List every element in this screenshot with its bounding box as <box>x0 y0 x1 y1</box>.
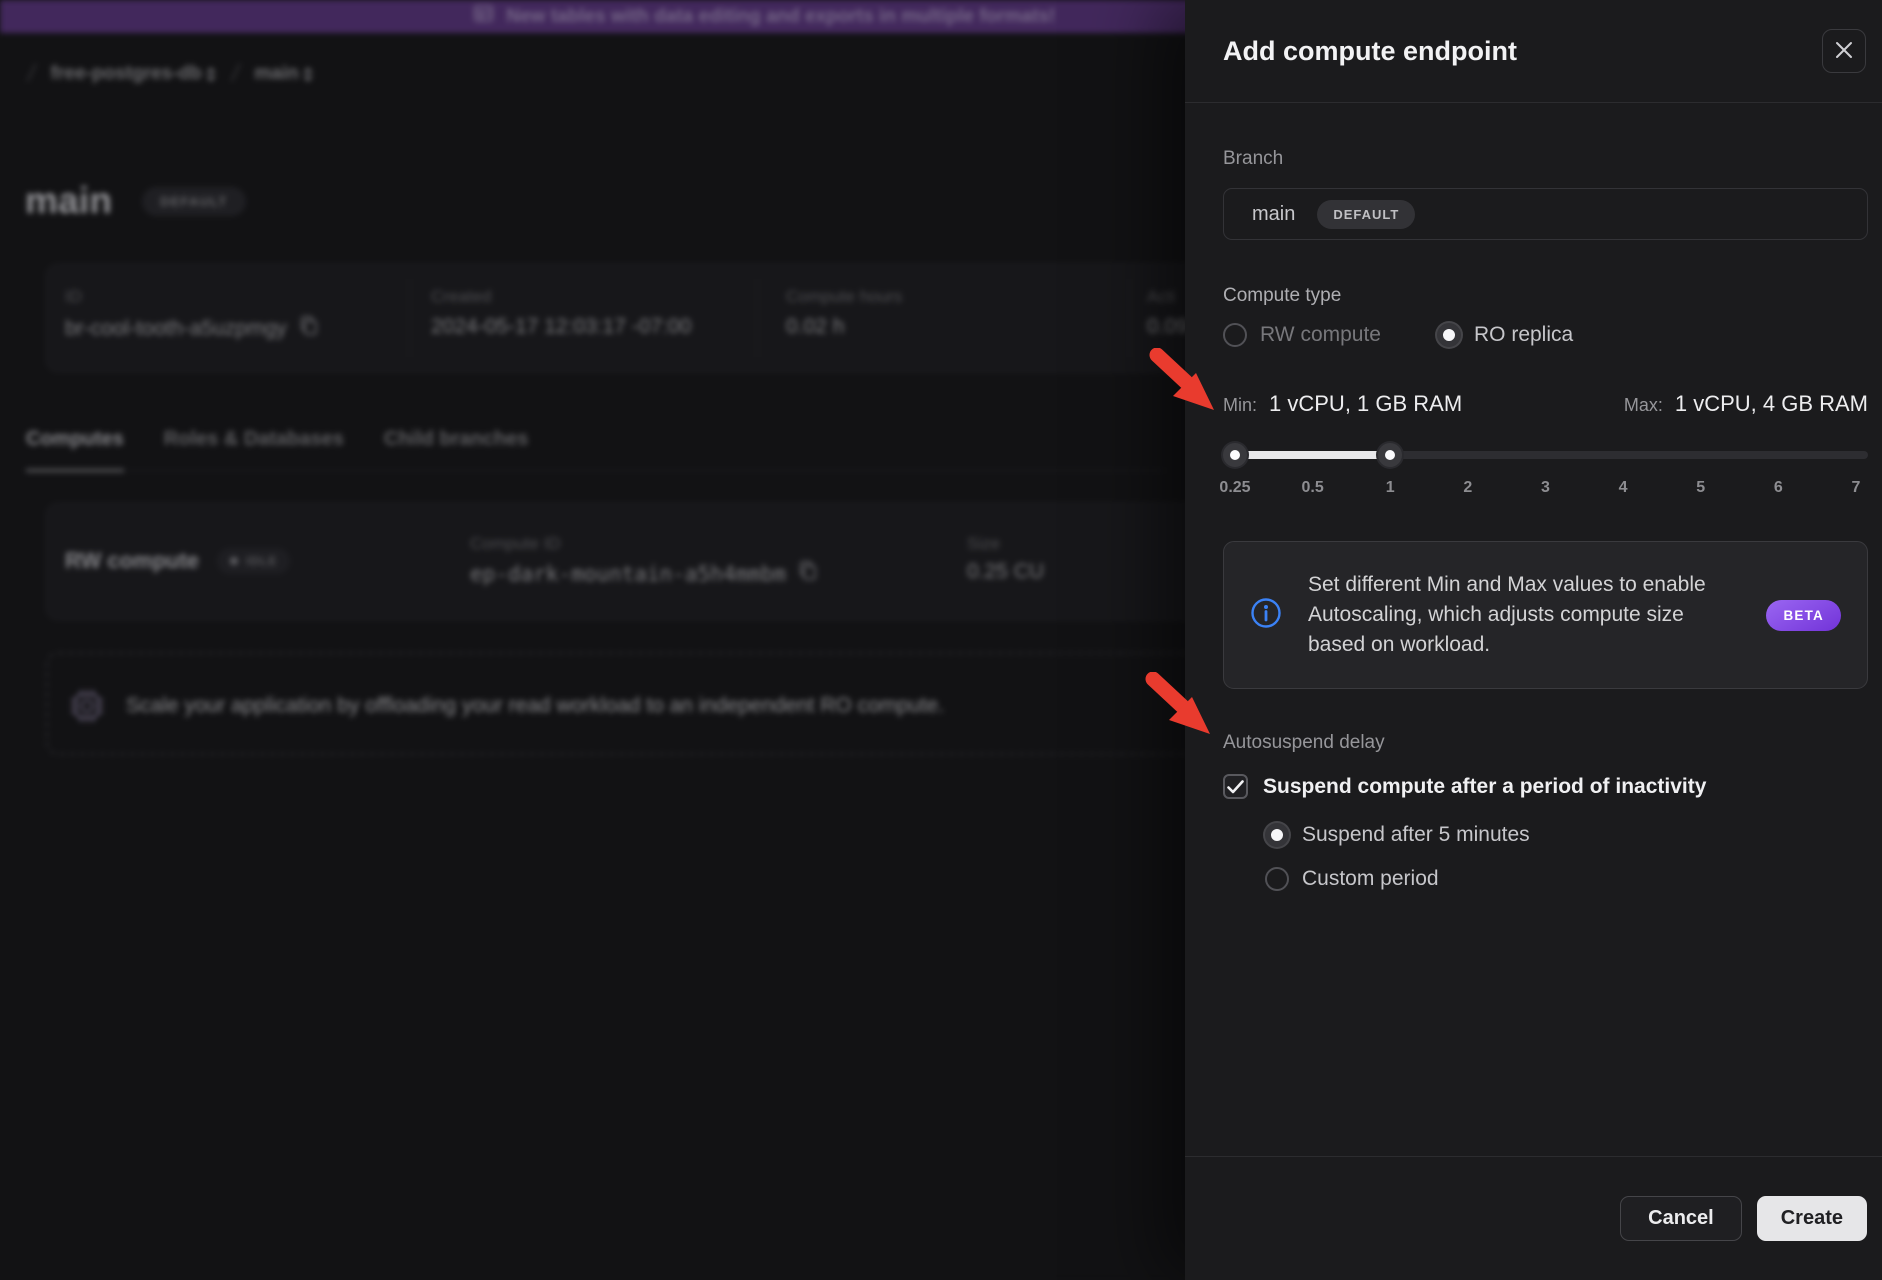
cancel-button[interactable]: Cancel <box>1620 1196 1742 1241</box>
branch-value: main <box>1252 203 1295 226</box>
suspend-checkbox-label: Suspend compute after a period of inacti… <box>1263 775 1706 799</box>
modal-footer: Cancel Create <box>1185 1156 1882 1280</box>
app-window: New tables with data editing and exports… <box>0 0 1882 1280</box>
radio-selected-icon <box>1437 323 1461 347</box>
autosuspend-label: Autosuspend delay <box>1223 732 1868 754</box>
slider-max-handle[interactable] <box>1378 443 1402 467</box>
annotation-arrow-autosuspend <box>1144 672 1218 742</box>
max-value: 1 vCPU, 4 GB RAM <box>1675 391 1868 417</box>
radio-icon <box>1223 323 1247 347</box>
slider-tick: 7 <box>1852 479 1861 497</box>
add-compute-endpoint-modal: Add compute endpoint Branch main DEFAULT… <box>1185 0 1882 1280</box>
radio-suspend-5-minutes[interactable]: Suspend after 5 minutes <box>1265 823 1868 847</box>
max-label: Max: <box>1624 395 1663 416</box>
radio-rw-compute[interactable]: RW compute <box>1223 323 1381 347</box>
slider-tick: 6 <box>1774 479 1783 497</box>
close-icon <box>1834 40 1854 63</box>
modal-title: Add compute endpoint <box>1223 36 1517 67</box>
checkbox-checked-icon[interactable] <box>1223 774 1248 799</box>
slider-tick: 4 <box>1619 479 1628 497</box>
min-value: 1 vCPU, 1 GB RAM <box>1269 391 1462 417</box>
autoscaling-note-text: Set different Min and Max values to enab… <box>1308 570 1740 660</box>
compute-type-label: Compute type <box>1223 285 1868 307</box>
branch-select[interactable]: main DEFAULT <box>1223 188 1868 240</box>
slider-tick: 3 <box>1541 479 1550 497</box>
create-button[interactable]: Create <box>1757 1196 1867 1241</box>
slider-range-fill <box>1235 451 1390 459</box>
suspend-checkbox-row[interactable]: Suspend compute after a period of inacti… <box>1223 774 1868 799</box>
slider-tick: 1 <box>1386 479 1395 497</box>
min-label: Min: <box>1223 395 1257 416</box>
close-button[interactable] <box>1822 29 1866 73</box>
radio-custom-period[interactable]: Custom period <box>1265 867 1868 891</box>
branch-label: Branch <box>1223 148 1868 170</box>
radio-ro-replica[interactable]: RO replica <box>1437 323 1573 347</box>
slider-tick: 2 <box>1463 479 1472 497</box>
radio-selected-icon <box>1265 823 1289 847</box>
annotation-arrow-min-slider <box>1148 348 1222 418</box>
compute-size-slider[interactable]: 0.25 0.5 1 2 3 4 5 6 7 <box>1223 441 1868 511</box>
branch-default-badge: DEFAULT <box>1317 200 1415 229</box>
autoscaling-note: Set different Min and Max values to enab… <box>1223 541 1868 689</box>
slider-tick: 5 <box>1696 479 1705 497</box>
slider-min-handle[interactable] <box>1223 443 1247 467</box>
radio-icon <box>1265 867 1289 891</box>
slider-tick: 0.5 <box>1302 479 1324 497</box>
slider-tick: 0.25 <box>1219 479 1250 497</box>
info-icon <box>1250 597 1282 634</box>
beta-badge: BETA <box>1766 600 1841 631</box>
